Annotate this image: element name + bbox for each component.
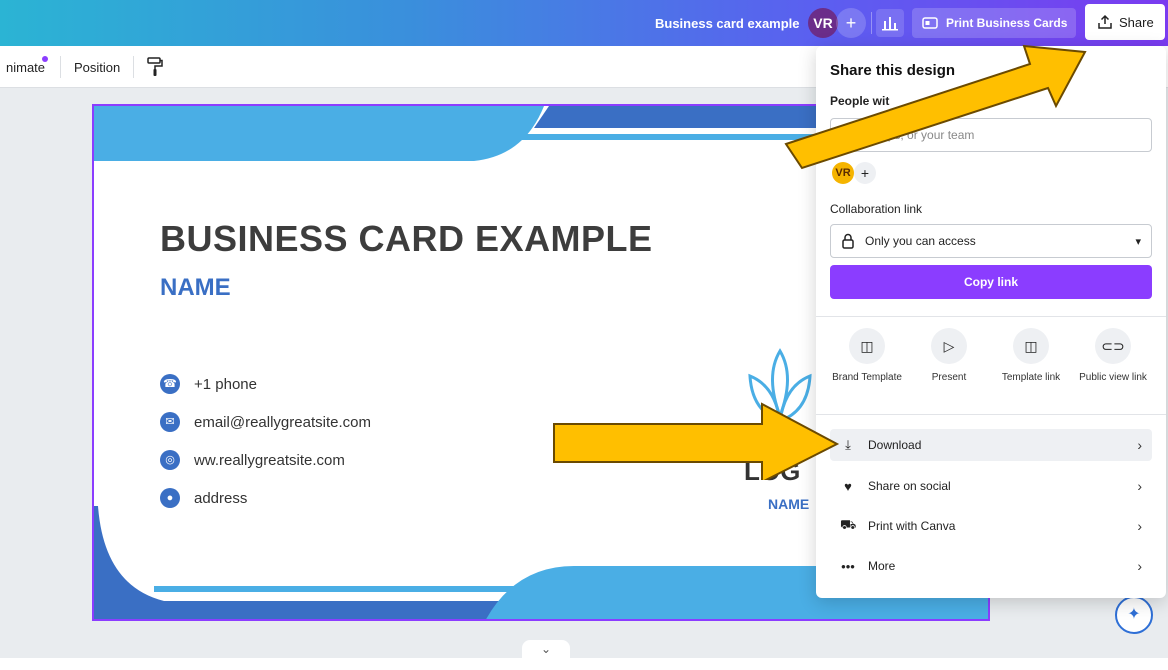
share-on-social-row[interactable]: ♥ Share on social › xyxy=(830,470,1152,502)
contact-text: email@reallygreatsite.com xyxy=(194,413,371,431)
annotation-arrow-download xyxy=(553,402,840,480)
option-label: Brand Template xyxy=(832,372,902,383)
contact-text: ww.reallygreatsite.com xyxy=(194,451,345,469)
share-button-label: Share xyxy=(1119,14,1154,30)
chevron-right-icon: › xyxy=(1137,518,1142,534)
lock-icon xyxy=(842,233,854,249)
chevron-right-icon: › xyxy=(1137,437,1142,453)
logo-name[interactable]: NAME xyxy=(768,496,809,512)
document-title[interactable]: Business card example xyxy=(655,16,800,31)
panel-divider xyxy=(816,316,1166,317)
email-icon: ✉ xyxy=(160,412,180,432)
page-collapse-handle[interactable]: ⌄ xyxy=(522,640,570,658)
row-label: Download xyxy=(868,438,922,452)
card-title[interactable]: BUSINESS CARD EXAMPLE xyxy=(160,218,653,260)
card-name[interactable]: NAME xyxy=(160,274,231,302)
animate-button[interactable]: nimate xyxy=(6,60,45,75)
magic-assistant-button[interactable]: ✦ xyxy=(1115,596,1153,634)
row-label: Print with Canva xyxy=(868,519,956,533)
more-row[interactable]: ••• More › xyxy=(830,550,1152,582)
position-button[interactable]: Position xyxy=(74,60,120,75)
contact-phone[interactable]: ☎ +1 phone xyxy=(160,374,257,394)
panel-divider xyxy=(816,414,1166,415)
collaboration-link-label: Collaboration link xyxy=(830,202,923,216)
option-present[interactable]: ▷ Present xyxy=(908,328,990,383)
annotation-arrow-share xyxy=(784,44,1087,170)
option-label: Present xyxy=(931,372,967,383)
row-label: More xyxy=(868,559,896,573)
truck-icon: ⛟ xyxy=(840,517,857,532)
phone-icon: ☎ xyxy=(160,374,180,394)
row-label: Share on social xyxy=(868,479,951,493)
contact-email[interactable]: ✉ email@reallygreatsite.com xyxy=(160,412,371,432)
option-label: Template link xyxy=(1001,372,1061,383)
heart-icon: ♥ xyxy=(844,478,852,494)
bottom-bar xyxy=(0,658,1168,670)
location-icon: ● xyxy=(160,488,180,508)
chevron-right-icon: › xyxy=(1137,478,1142,494)
option-public-view-link[interactable]: ⊂⊃ Public view link xyxy=(1072,328,1154,383)
copy-link-button[interactable]: Copy link xyxy=(830,265,1152,299)
access-value: Only you can access xyxy=(865,234,976,248)
more-icon: ••• xyxy=(841,558,855,574)
download-row[interactable]: ⤓ Download › xyxy=(830,429,1152,461)
link-access-dropdown[interactable]: Only you can access ▾ xyxy=(830,224,1152,258)
option-template-link[interactable]: ◫ Template link xyxy=(990,328,1072,383)
contact-address[interactable]: ● address xyxy=(160,488,247,508)
option-brand-template[interactable]: ◫ Brand Template xyxy=(826,328,908,383)
paint-roller-icon[interactable] xyxy=(145,56,165,78)
template-link-icon: ◫ xyxy=(1013,328,1049,364)
brand-template-icon: ◫ xyxy=(849,328,885,364)
globe-icon: ◎ xyxy=(160,450,180,470)
option-label: Public view link xyxy=(1079,372,1147,383)
toolbar-divider xyxy=(133,56,134,78)
new-badge-dot xyxy=(42,56,48,62)
contact-text: address xyxy=(194,489,248,507)
toolbar-divider xyxy=(60,56,61,78)
print-with-canva-row[interactable]: ⛟ Print with Canva › xyxy=(830,510,1152,542)
contact-website[interactable]: ◎ ww.reallygreatsite.com xyxy=(160,450,345,470)
link-icon: ⊂⊃ xyxy=(1095,328,1131,364)
sparkle-icon: ✦ xyxy=(1127,606,1141,623)
chevron-down-icon: ▾ xyxy=(1135,235,1141,248)
chevron-right-icon: › xyxy=(1137,558,1142,574)
present-icon: ▷ xyxy=(931,328,967,364)
contact-text: +1 phone xyxy=(194,375,257,393)
download-icon: ⤓ xyxy=(845,437,851,452)
